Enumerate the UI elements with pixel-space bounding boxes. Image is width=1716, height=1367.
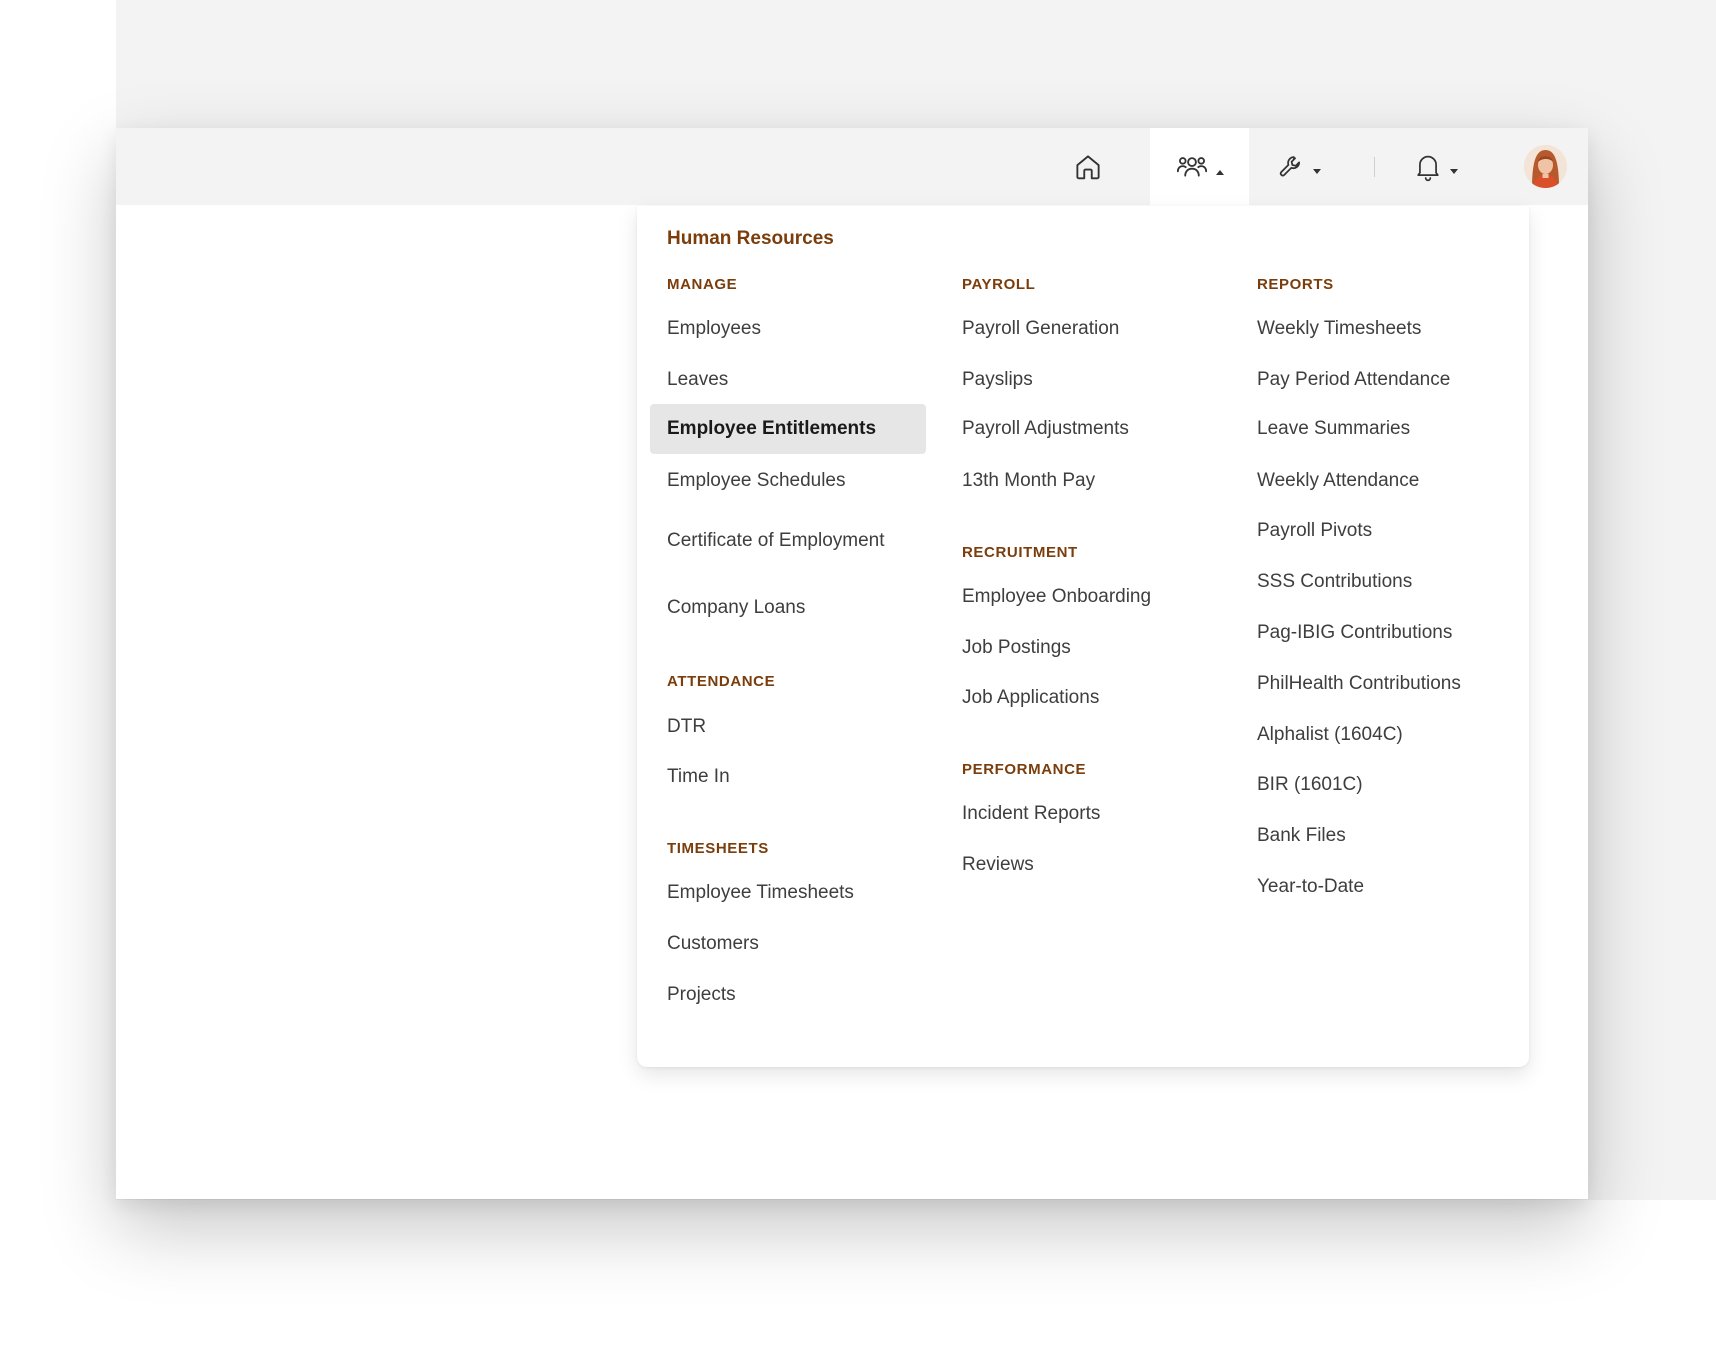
menu-item-sss-contributions[interactable]: SSS Contributions: [1240, 557, 1516, 607]
menu-item-weekly-timesheets[interactable]: Weekly Timesheets: [1240, 304, 1516, 354]
menu-item-bir-1601c[interactable]: BIR (1601C): [1240, 760, 1516, 810]
section-heading-payroll: PAYROLL: [962, 276, 1036, 293]
menu-item-pay-period-attendance[interactable]: Pay Period Attendance: [1240, 355, 1516, 405]
tools-menu-button[interactable]: [1249, 128, 1349, 205]
menu-item-company-loans[interactable]: Company Loans: [650, 583, 926, 633]
notifications-button[interactable]: [1396, 128, 1476, 205]
section-heading-timesheets: TIMESHEETS: [667, 840, 769, 857]
menu-item-time-in[interactable]: Time In: [650, 752, 926, 802]
menu-item-job-postings[interactable]: Job Postings: [945, 623, 1221, 673]
caret-up-icon: [1215, 169, 1224, 175]
menu-item-employee-schedules[interactable]: Employee Schedules: [650, 456, 926, 506]
section-heading-recruitment: RECRUITMENT: [962, 544, 1078, 561]
menu-item-job-applications[interactable]: Job Applications: [945, 673, 1221, 723]
section-heading-manage: MANAGE: [667, 276, 738, 293]
menu-item-bank-files[interactable]: Bank Files: [1240, 811, 1516, 861]
user-avatar-image: [1524, 145, 1567, 188]
menu-item-alphalist-1604c[interactable]: Alphalist (1604C): [1240, 710, 1516, 760]
menu-item-customers[interactable]: Customers: [650, 919, 926, 969]
section-heading-reports: REPORTS: [1257, 276, 1334, 293]
menu-item-year-to-date[interactable]: Year-to-Date: [1240, 862, 1516, 912]
caret-down-icon: [1450, 169, 1458, 174]
menu-item-13th-month-pay[interactable]: 13th Month Pay: [945, 456, 1221, 506]
menu-item-employee-timesheets[interactable]: Employee Timesheets: [650, 868, 926, 918]
caret-down-icon: [1313, 169, 1321, 174]
menu-item-weekly-attendance[interactable]: Weekly Attendance: [1240, 456, 1516, 506]
menu-item-incident-reports[interactable]: Incident Reports: [945, 789, 1221, 839]
menu-item-leaves[interactable]: Leaves: [650, 355, 926, 405]
menu-item-employee-entitlements[interactable]: Employee Entitlements: [650, 404, 926, 454]
menu-item-payroll-generation[interactable]: Payroll Generation: [945, 304, 1221, 354]
menu-title: Human Resources: [667, 228, 834, 249]
menu-item-payroll-pivots[interactable]: Payroll Pivots: [1240, 506, 1516, 556]
app-window: Human Resources MANAGE Employees Leaves …: [116, 128, 1588, 1199]
menu-item-payslips[interactable]: Payslips: [945, 355, 1221, 405]
menu-item-leave-summaries[interactable]: Leave Summaries: [1240, 404, 1516, 454]
top-navbar: [116, 128, 1588, 206]
menu-item-payroll-adjustments[interactable]: Payroll Adjustments: [945, 404, 1221, 454]
hr-mega-menu: Human Resources MANAGE Employees Leaves …: [637, 206, 1529, 1067]
home-icon: [1076, 154, 1100, 179]
menu-item-dtr[interactable]: DTR: [650, 702, 926, 752]
nav-divider: [1374, 157, 1375, 177]
menu-item-employees[interactable]: Employees: [650, 304, 926, 354]
section-heading-performance: PERFORMANCE: [962, 761, 1087, 778]
hr-menu-button[interactable]: [1150, 128, 1249, 206]
user-avatar[interactable]: [1524, 145, 1567, 188]
bell-icon: [1417, 155, 1439, 181]
menu-item-reviews[interactable]: Reviews: [945, 840, 1221, 890]
wrench-icon: [1279, 155, 1301, 176]
section-heading-attendance: ATTENDANCE: [667, 673, 776, 690]
menu-item-employee-onboarding[interactable]: Employee Onboarding: [945, 572, 1221, 622]
users-icon: [1176, 157, 1207, 177]
menu-item-certificate-of-employment[interactable]: Certificate of Employment: [650, 504, 926, 576]
menu-item-projects[interactable]: Projects: [650, 970, 926, 1020]
home-button[interactable]: [1055, 128, 1121, 205]
menu-item-philhealth-contributions[interactable]: PhilHealth Contributions: [1240, 659, 1516, 709]
menu-item-pag-ibig-contributions[interactable]: Pag-IBIG Contributions: [1240, 608, 1516, 658]
